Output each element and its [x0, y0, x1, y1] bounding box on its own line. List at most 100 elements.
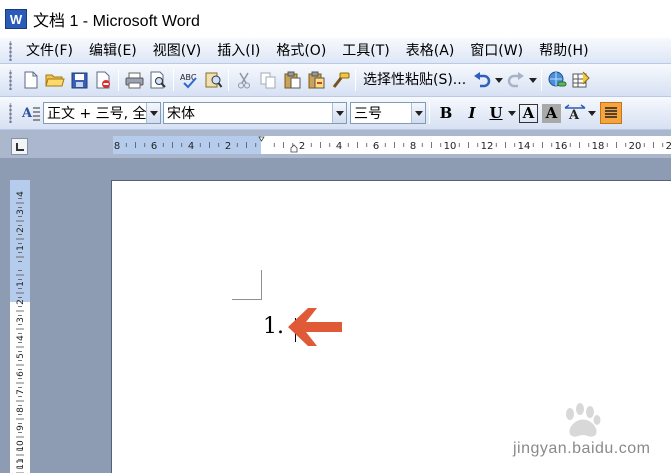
style-combo-arrow[interactable]: [146, 103, 160, 123]
italic-button[interactable]: I: [461, 102, 483, 124]
underline-dropdown-arrow[interactable]: [507, 102, 517, 124]
format-painter-icon[interactable]: [329, 69, 351, 91]
menu-view[interactable]: 视图(V): [146, 40, 211, 62]
ruler-label: 3: [16, 317, 26, 323]
ruler-label: 14: [518, 141, 531, 152]
menu-insert[interactable]: 插入(I): [210, 40, 269, 62]
bold-button[interactable]: B: [435, 102, 457, 124]
menu-edit[interactable]: 编辑(E): [82, 40, 146, 62]
pointer-arrow-annotation: [288, 308, 342, 346]
formatting-toolbar: A 正文 + 三号, 全 宋体 三号 B I U A A A: [0, 97, 671, 130]
font-size-combo-value[interactable]: 三号: [351, 103, 411, 123]
ruler-label: 22: [666, 141, 671, 152]
menu-tools[interactable]: 工具(T): [335, 40, 398, 62]
paste-special-icon[interactable]: [305, 69, 327, 91]
ruler-label: 4: [16, 335, 26, 341]
print-preview-icon[interactable]: [147, 69, 169, 91]
character-border-button[interactable]: A: [519, 103, 538, 123]
undo-dropdown-arrow[interactable]: [494, 69, 504, 91]
ruler-label: 1: [16, 245, 26, 251]
underline-button[interactable]: U: [487, 102, 505, 124]
style-combo[interactable]: 正文 + 三号, 全: [43, 102, 161, 124]
save-icon[interactable]: [68, 69, 90, 91]
redo-dropdown-arrow[interactable]: [528, 69, 538, 91]
tab-stop-selector[interactable]: [11, 138, 28, 155]
styles-formatting-icon[interactable]: A: [20, 102, 42, 124]
ruler-label: 10: [444, 141, 457, 152]
paste-icon[interactable]: [281, 69, 303, 91]
ruler-label: 9: [16, 425, 26, 431]
vertical-ruler[interactable]: 4321123456789101112: [10, 180, 30, 473]
standard-toolbar-grip[interactable]: [6, 70, 16, 90]
research-icon[interactable]: [202, 69, 224, 91]
menu-window[interactable]: 窗口(W): [463, 40, 532, 62]
window-title: 文档 1 - Microsoft Word: [33, 13, 200, 30]
character-shading-button[interactable]: A: [542, 103, 561, 123]
font-size-combo[interactable]: 三号: [350, 102, 426, 124]
watermark-url: jingyan.baidu.com: [513, 440, 651, 457]
word-app-icon[interactable]: W: [5, 9, 27, 29]
hyperlink-icon[interactable]: [546, 69, 568, 91]
font-size-combo-arrow[interactable]: [411, 103, 425, 123]
font-combo-value[interactable]: 宋体: [164, 103, 332, 123]
copy-icon[interactable]: [257, 69, 279, 91]
paste-special-button[interactable]: 选择性粘贴(S)...: [359, 69, 470, 91]
menu-bar-grip[interactable]: [6, 40, 16, 61]
ruler-label: 6: [151, 141, 157, 152]
toolbar-separator: [355, 69, 356, 91]
ruler-label: 7: [16, 389, 26, 395]
new-document-icon[interactable]: [20, 69, 42, 91]
undo-icon[interactable]: [471, 69, 493, 91]
justify-icon[interactable]: [600, 102, 622, 124]
toolbar-separator: [118, 69, 119, 91]
ruler-label: 8: [410, 141, 416, 152]
print-icon[interactable]: [123, 69, 145, 91]
ruler-label: 10: [16, 440, 26, 452]
ruler-row: 8642246810121416182022: [0, 130, 671, 158]
redo-icon[interactable]: [505, 69, 527, 91]
character-scaling-dropdown-arrow[interactable]: [587, 102, 597, 124]
open-folder-icon[interactable]: [44, 69, 66, 91]
ruler-label: 4: [188, 141, 194, 152]
ruler-label: 8: [16, 407, 26, 413]
ruler-label: 20: [629, 141, 642, 152]
svg-text:A: A: [568, 108, 580, 122]
toolbar-separator: [541, 69, 543, 91]
ruler-label: 6: [373, 141, 379, 152]
ruler-label: 5: [16, 353, 26, 359]
ruler-label: 2: [299, 141, 305, 152]
menu-bar: 文件(F) 编辑(E) 视图(V) 插入(I) 格式(O) 工具(T) 表格(A…: [0, 38, 671, 64]
ruler-label: 4: [336, 141, 342, 152]
font-combo[interactable]: 宋体: [163, 102, 347, 124]
svg-text:A: A: [21, 106, 33, 121]
cut-icon[interactable]: [233, 69, 255, 91]
font-combo-arrow[interactable]: [332, 103, 346, 123]
ruler-label: 12: [481, 141, 494, 152]
title-bar: W 文档 1 - Microsoft Word: [0, 0, 671, 38]
toolbar-separator: [228, 69, 229, 91]
menu-format[interactable]: 格式(O): [269, 40, 335, 62]
list-number[interactable]: 1.: [263, 314, 284, 339]
formatting-toolbar-grip[interactable]: [6, 103, 16, 123]
menu-help[interactable]: 帮助(H): [532, 40, 597, 62]
ruler-label: 18: [592, 141, 605, 152]
ruler-label: 16: [555, 141, 568, 152]
permission-icon[interactable]: [92, 69, 114, 91]
ruler-label: 1: [16, 281, 26, 287]
ruler-label: 2: [16, 227, 26, 233]
menu-table[interactable]: 表格(A): [399, 40, 464, 62]
tables-borders-icon[interactable]: [570, 69, 592, 91]
toolbar-separator: [173, 69, 174, 91]
ruler-label: 2: [225, 141, 231, 152]
menu-file[interactable]: 文件(F): [19, 40, 82, 62]
ruler-label: 11: [16, 458, 26, 469]
ruler-label: 2: [16, 299, 26, 305]
toolbar-separator: [429, 102, 430, 124]
ruler-label: 4: [16, 191, 26, 197]
style-combo-value[interactable]: 正文 + 三号, 全: [44, 103, 146, 123]
spelling-icon[interactable]: ABC: [178, 69, 200, 91]
horizontal-ruler[interactable]: 8642246810121416182022: [113, 136, 671, 154]
character-scaling-icon[interactable]: A: [564, 102, 586, 124]
ruler-label: 3: [16, 209, 26, 215]
ruler-label: 8: [114, 141, 120, 152]
